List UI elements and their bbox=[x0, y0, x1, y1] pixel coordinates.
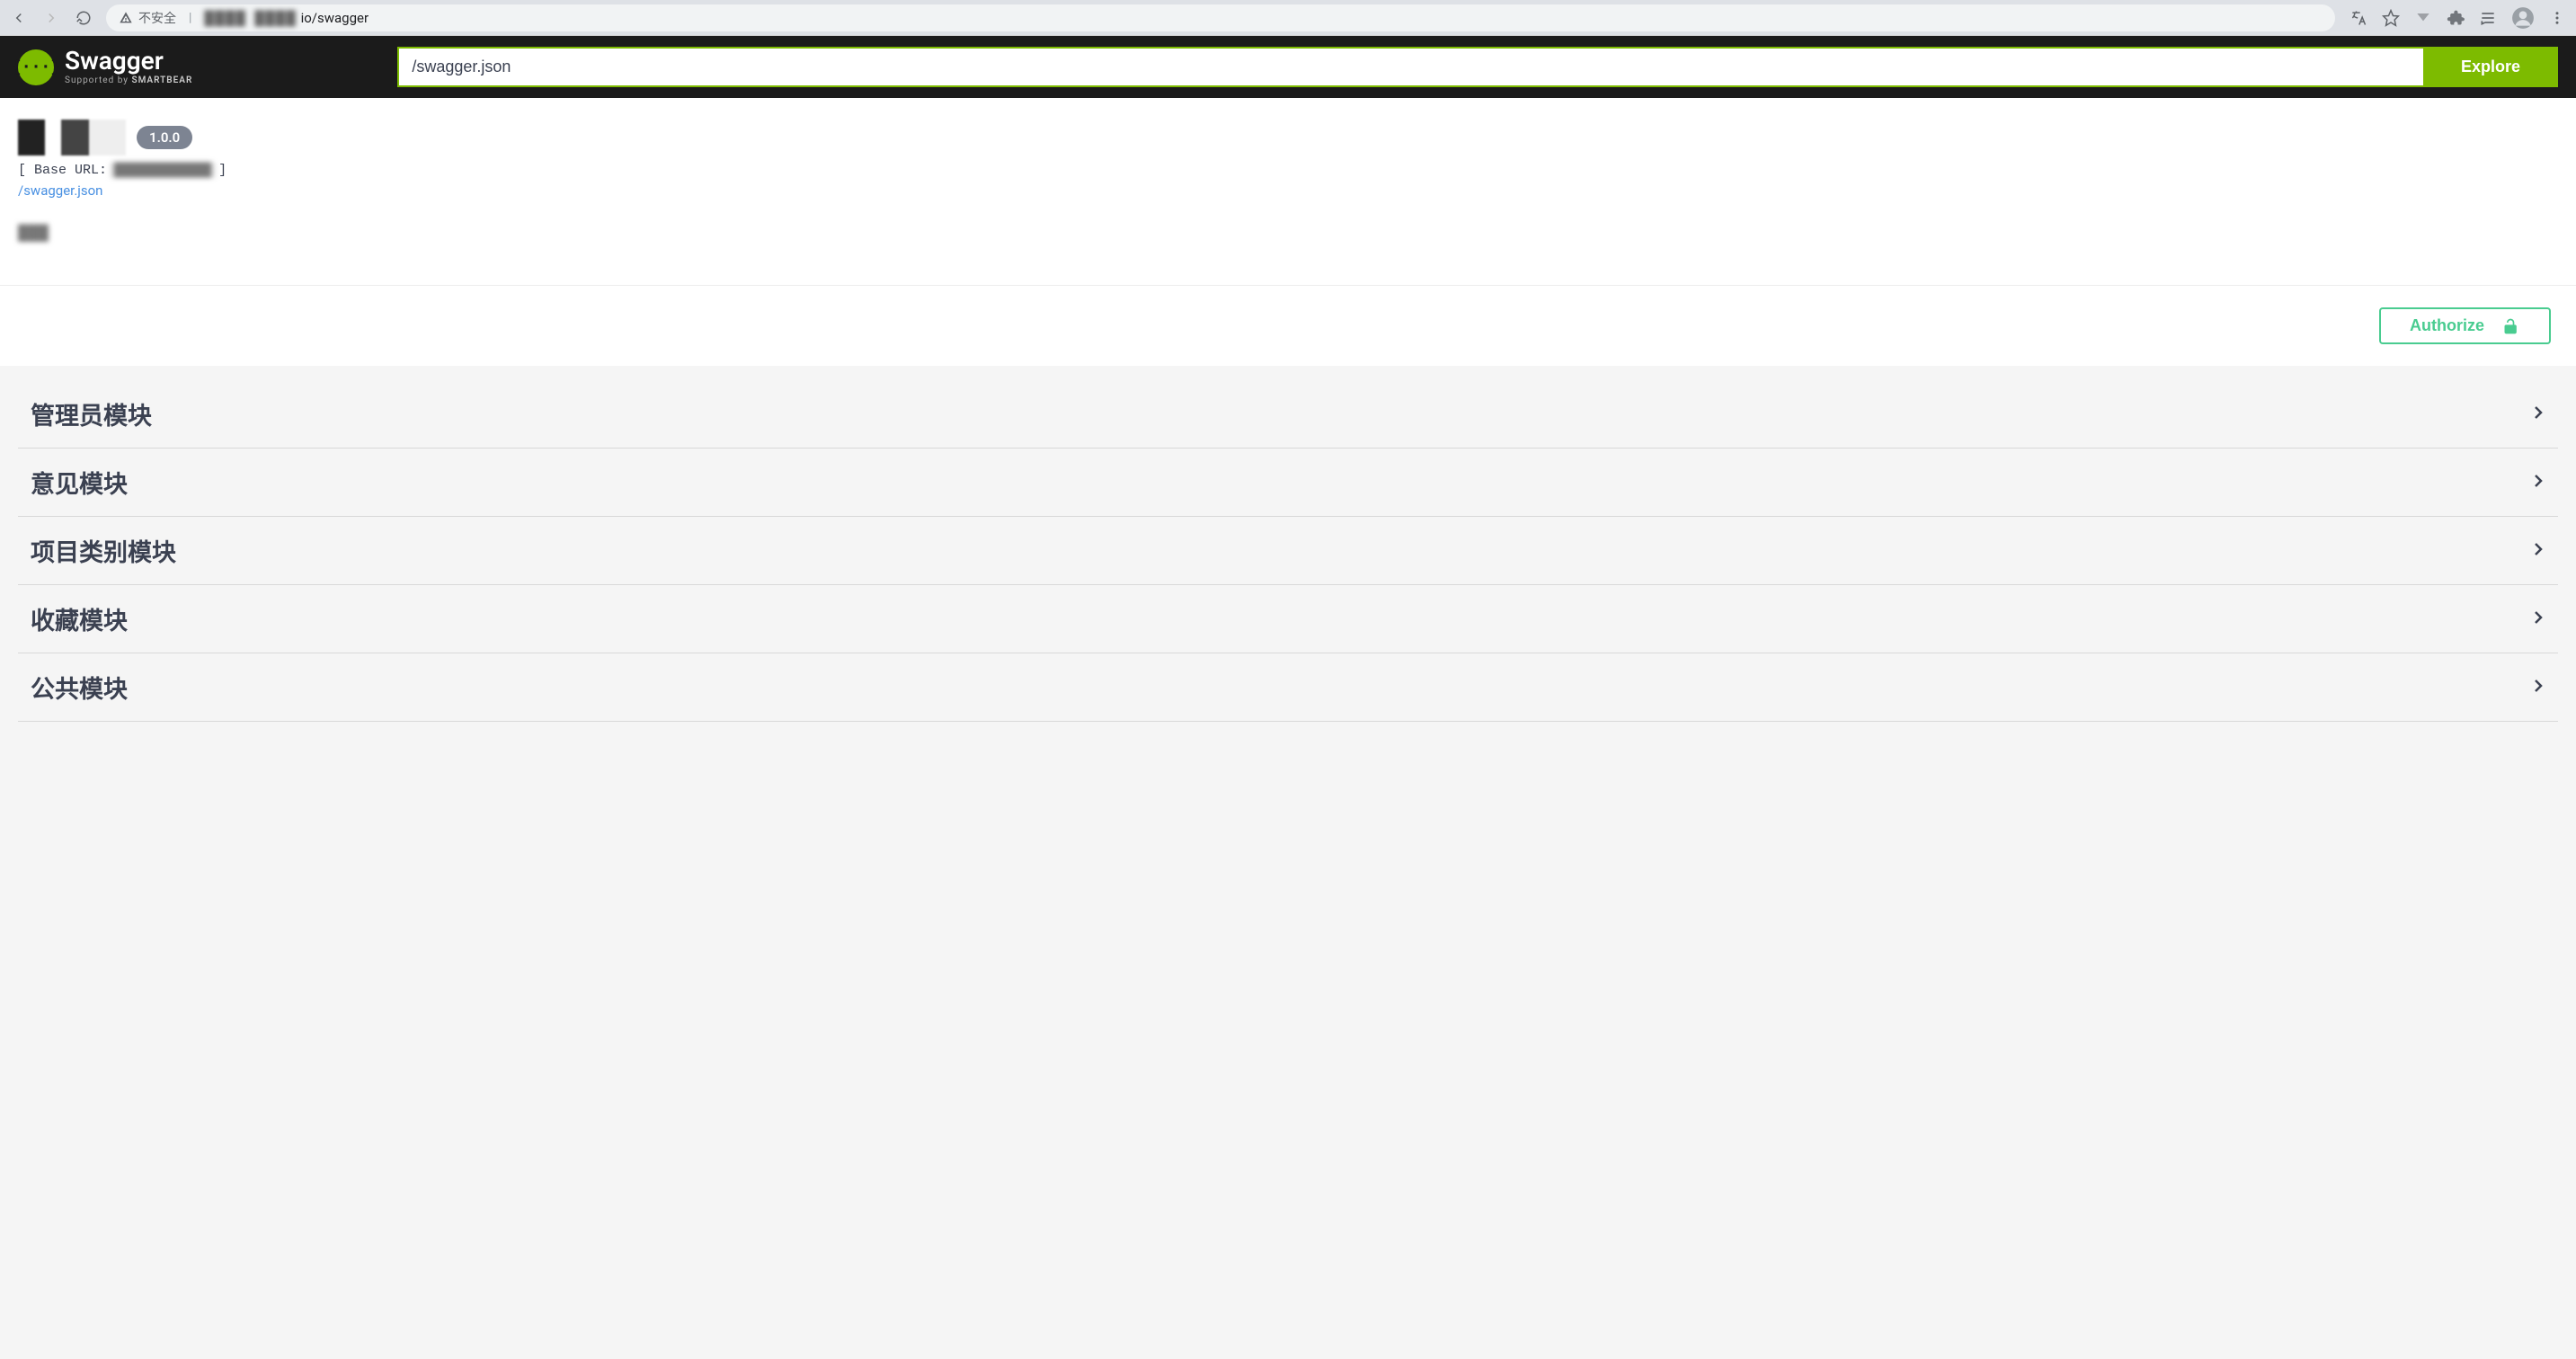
swagger-logo-text: Swagger bbox=[65, 49, 192, 74]
swagger-logo-icon: {···} bbox=[18, 49, 54, 85]
tag-section[interactable]: 项目类别模块 bbox=[18, 517, 2558, 585]
unlock-icon bbox=[2502, 317, 2520, 335]
chevron-right-icon bbox=[2527, 402, 2549, 427]
browser-actions bbox=[2349, 6, 2565, 30]
api-info-section: 1.0.0 [ Base URL: ████████████ ] /swagge… bbox=[0, 98, 2576, 285]
base-url-row: [ Base URL: ████████████ ] bbox=[18, 163, 2558, 178]
tag-name: 意见模块 bbox=[31, 465, 128, 500]
base-url-redacted: ████████████ bbox=[111, 163, 215, 178]
scheme-container: Authorize bbox=[0, 285, 2576, 366]
url-path: io/swagger bbox=[301, 10, 369, 26]
address-bar[interactable]: 不安全 | ████ ████ io/swagger bbox=[106, 4, 2335, 31]
browser-nav-buttons bbox=[11, 10, 92, 26]
api-title-redacted bbox=[18, 120, 126, 155]
authorize-button[interactable]: Authorize bbox=[2379, 307, 2551, 344]
tag-section[interactable]: 收藏模块 bbox=[18, 585, 2558, 653]
swagger-logo[interactable]: {···} Swagger Supported by SMARTBEAR bbox=[18, 49, 192, 85]
tag-section[interactable]: 意见模块 bbox=[18, 449, 2558, 517]
warning-icon bbox=[119, 11, 133, 25]
spec-url-input[interactable] bbox=[397, 47, 2423, 87]
menu-dots-icon[interactable] bbox=[2549, 10, 2565, 26]
api-description-redacted: ███ bbox=[18, 224, 63, 242]
back-button[interactable] bbox=[11, 10, 27, 26]
spec-url-form: Explore bbox=[397, 47, 2558, 87]
bookmark-star-icon[interactable] bbox=[2382, 9, 2400, 27]
swagger-logo-subtext: Supported by SMARTBEAR bbox=[65, 76, 192, 85]
base-url-prefix: [ Base URL: bbox=[18, 163, 107, 178]
tag-name: 项目类别模块 bbox=[31, 533, 176, 568]
security-label: 不安全 bbox=[138, 9, 176, 27]
swagger-logo-text-wrapper: Swagger Supported by SMARTBEAR bbox=[65, 49, 192, 85]
url-host-redacted: ████ ████ bbox=[204, 10, 300, 26]
forward-button[interactable] bbox=[43, 10, 59, 26]
chevron-right-icon bbox=[2527, 470, 2549, 495]
spec-link[interactable]: /swagger.json bbox=[18, 182, 102, 199]
tag-section[interactable]: 公共模块 bbox=[18, 653, 2558, 722]
chevron-right-icon bbox=[2527, 607, 2549, 632]
api-title-row: 1.0.0 bbox=[18, 120, 2558, 155]
swagger-topbar: {···} Swagger Supported by SMARTBEAR Exp… bbox=[0, 36, 2576, 98]
url-text: ████ ████ io/swagger bbox=[204, 10, 369, 26]
tags-container: 管理员模块 意见模块 项目类别模块 收藏模块 公共模块 bbox=[0, 366, 2576, 722]
authorize-label: Authorize bbox=[2410, 316, 2484, 335]
tag-name: 管理员模块 bbox=[31, 396, 152, 431]
explore-button[interactable]: Explore bbox=[2423, 47, 2558, 87]
bookmark-triangle-icon[interactable] bbox=[2414, 9, 2432, 27]
security-indicator[interactable]: 不安全 bbox=[119, 9, 176, 27]
tag-name: 公共模块 bbox=[31, 670, 128, 705]
tag-section[interactable]: 管理员模块 bbox=[18, 380, 2558, 449]
chevron-right-icon bbox=[2527, 538, 2549, 564]
url-divider: | bbox=[189, 11, 191, 25]
api-version-badge: 1.0.0 bbox=[137, 126, 192, 149]
tag-name: 收藏模块 bbox=[31, 601, 128, 636]
translate-icon[interactable] bbox=[2349, 9, 2367, 27]
browser-chrome: 不安全 | ████ ████ io/swagger bbox=[0, 0, 2576, 36]
reload-button[interactable] bbox=[76, 10, 92, 26]
chevron-right-icon bbox=[2527, 675, 2549, 700]
extensions-icon[interactable] bbox=[2447, 9, 2465, 27]
base-url-suffix: ] bbox=[218, 163, 227, 178]
reading-list-icon[interactable] bbox=[2479, 9, 2497, 27]
profile-icon[interactable] bbox=[2511, 6, 2535, 30]
